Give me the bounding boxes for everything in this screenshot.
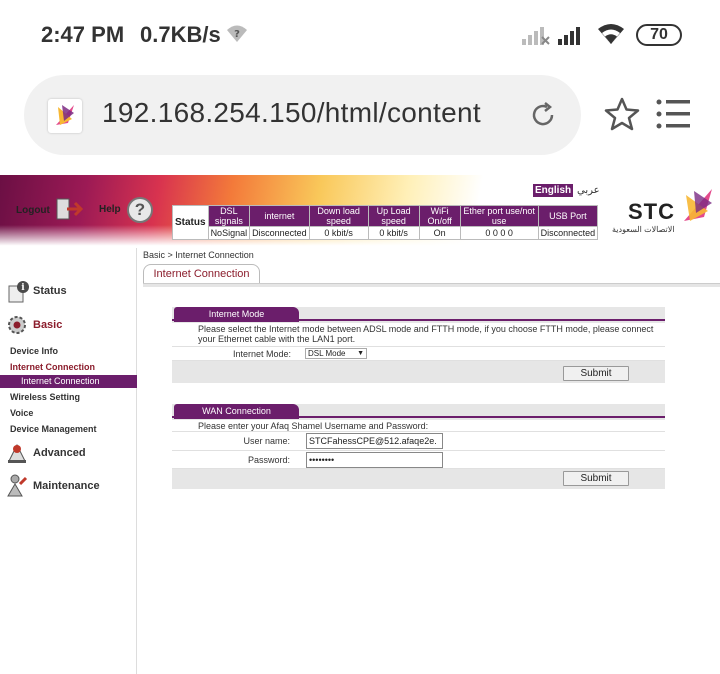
username-input[interactable]: STCFahessCPE@512.afaqe2e. xyxy=(306,433,443,449)
nav-status[interactable]: Status xyxy=(33,285,67,297)
wifi-question-icon: ? xyxy=(227,25,247,42)
tab-internet-connection[interactable]: Internet Connection xyxy=(143,264,260,283)
lang-arabic-link[interactable]: عربي xyxy=(577,185,600,196)
nav-advanced[interactable]: Advanced xyxy=(33,447,86,459)
status-row-label: Status xyxy=(172,205,209,240)
android-status-bar: 2:47 PM 0.7KB/s ? 70 xyxy=(0,0,720,70)
status-header: Ether port use/not use xyxy=(459,205,539,227)
svg-text:?: ? xyxy=(234,29,240,40)
reload-icon[interactable] xyxy=(529,101,557,129)
wan-connection-panel: WAN Connection Please enter your Afaq Sh… xyxy=(172,404,665,489)
status-header: internet xyxy=(249,205,310,227)
favicon-icon xyxy=(48,99,82,133)
signal-strength-icon xyxy=(558,27,580,45)
stc-logo-mark-icon xyxy=(684,189,712,221)
wan-submit-button[interactable]: Submit xyxy=(563,471,629,486)
wan-description: Please enter your Afaq Shamel Username a… xyxy=(198,421,429,431)
status-value: Disconnected xyxy=(537,226,599,240)
username-label: User name: xyxy=(243,436,290,446)
clock: 2:47 PM xyxy=(41,22,125,47)
status-value: 0 0 0 0 xyxy=(459,226,539,240)
internet-mode-description: Please select the Internet mode between … xyxy=(198,324,654,344)
advanced-tools-icon xyxy=(8,443,26,463)
status-value: 0 kbit/s xyxy=(367,226,420,240)
internet-mode-title: Internet Mode xyxy=(174,307,299,322)
internet-mode-panel: Internet Mode Please select the Internet… xyxy=(172,307,665,383)
network-speed: 0.7KB/s xyxy=(140,22,221,47)
url-text[interactable]: 192.168.254.150/html/content xyxy=(102,97,482,129)
stc-logo-word: STC xyxy=(628,199,675,224)
help-question-icon[interactable]: ? xyxy=(127,197,153,223)
status-value: NoSignal xyxy=(207,226,251,240)
router-page: Logout Help ? English عربي STC الاتصالات… xyxy=(0,175,720,674)
password-label: Password: xyxy=(247,455,290,465)
logout-door-icon[interactable] xyxy=(55,197,83,221)
address-bar[interactable]: 192.168.254.150/html/content xyxy=(24,75,581,155)
status-header: WiFi On/off xyxy=(418,205,461,227)
nav-internet-connection[interactable]: Internet Connection xyxy=(10,362,95,372)
svg-text:i: i xyxy=(21,283,25,293)
lang-english-link[interactable]: English xyxy=(533,184,574,197)
status-value: Disconnected xyxy=(249,226,310,240)
header-banner: Logout Help ? English عربي STC الاتصالات… xyxy=(0,175,720,248)
help-link[interactable]: Help xyxy=(99,204,121,215)
status-value: On xyxy=(418,226,461,240)
status-header: Up Load speed xyxy=(367,205,420,227)
nav-device-info[interactable]: Device Info xyxy=(10,346,58,356)
stc-logo: STC الاتصالات السعودية xyxy=(612,187,716,234)
nav-basic[interactable]: Basic xyxy=(33,319,62,331)
internet-mode-submit-button[interactable]: Submit xyxy=(563,366,629,381)
breadcrumb: Basic > Internet Connection xyxy=(143,250,254,260)
signal-no-service-icon xyxy=(522,27,550,45)
status-table: Status DSL signals internet Down load sp… xyxy=(172,205,599,240)
wifi-icon xyxy=(598,24,624,44)
internet-mode-select[interactable]: DSL Mode ▼ xyxy=(305,348,367,359)
status-header: USB Port xyxy=(537,205,599,227)
status-value: 0 kbit/s xyxy=(308,226,369,240)
wan-connection-title: WAN Connection xyxy=(174,404,299,419)
basic-gear-icon xyxy=(8,316,26,334)
nav-maintenance[interactable]: Maintenance xyxy=(33,480,100,492)
status-header: DSL signals xyxy=(207,205,251,227)
chevron-down-icon: ▼ xyxy=(357,350,364,357)
password-input[interactable]: •••••••• xyxy=(306,452,443,468)
left-nav: i Status Basic Device Info Internet Conn… xyxy=(0,248,137,674)
status-header: Down load speed xyxy=(308,205,369,227)
bookmark-star-icon[interactable] xyxy=(604,97,640,131)
nav-voice[interactable]: Voice xyxy=(10,408,33,418)
logout-link[interactable]: Logout xyxy=(16,205,50,216)
internet-mode-label: Internet Mode: xyxy=(232,349,291,359)
battery-indicator: 70 xyxy=(636,24,682,46)
stc-logo-arabic: الاتصالات السعودية xyxy=(612,225,675,234)
nav-internet-connection-sub[interactable]: Internet Connection xyxy=(21,376,100,386)
menu-icon[interactable] xyxy=(656,98,692,130)
nav-internet-connection-sub-highlight[interactable]: Internet Connection xyxy=(0,375,137,388)
nav-device-management[interactable]: Device Management xyxy=(10,424,97,434)
status-info-icon: i xyxy=(8,281,29,303)
tab-divider xyxy=(143,283,720,287)
maintenance-person-icon xyxy=(7,474,28,497)
nav-wireless-setting[interactable]: Wireless Setting xyxy=(10,392,80,402)
